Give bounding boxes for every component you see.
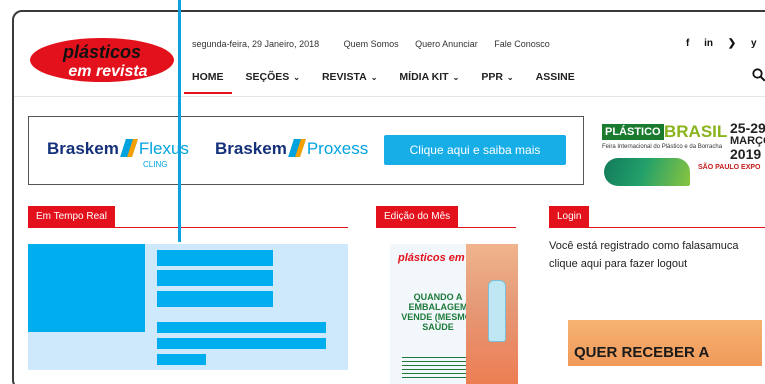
pb-plastico-label: PLÁSTICO bbox=[602, 124, 664, 140]
braskem-flame-icon bbox=[287, 139, 306, 157]
section-edition: Edição do Mês bbox=[376, 206, 516, 228]
top-bar: segunda-feira, 29 Janeiro, 2018 Quem Som… bbox=[192, 39, 564, 49]
section-real-time: Em Tempo Real bbox=[28, 206, 348, 228]
magazine-cover[interactable]: plásticos em revista QUANDO A EMBALAGEM … bbox=[390, 244, 518, 384]
login-status: Você está registrado como falasamuca cli… bbox=[549, 237, 765, 273]
logout-link[interactable]: clique aqui para fazer logout bbox=[549, 255, 765, 273]
headline-placeholder bbox=[157, 291, 273, 307]
braskem-flame-icon bbox=[119, 139, 138, 157]
headline-placeholder bbox=[157, 250, 273, 266]
section-label[interactable]: Em Tempo Real bbox=[28, 206, 115, 228]
text-line-placeholder bbox=[157, 354, 206, 365]
link-quem-somos[interactable]: Quem Somos bbox=[344, 39, 399, 49]
main-nav: HOME SEÇÕES ⌄ REVISTA ⌄ MÍDIA KIT ⌄ PPR ⌄ AS… bbox=[184, 64, 597, 94]
section-label[interactable]: Login bbox=[549, 206, 590, 228]
nav-midia-kit[interactable]: MÍDIA KIT ⌄ bbox=[399, 64, 459, 94]
link-fale-conosco[interactable]: Fale Conosco bbox=[494, 39, 550, 49]
pb-graphic bbox=[604, 158, 690, 186]
braskem-proxess-logo: Braskem Proxess bbox=[215, 139, 369, 158]
svg-text:em revista: em revista bbox=[68, 63, 147, 80]
text-line-placeholder bbox=[157, 322, 326, 333]
nav-secoes[interactable]: SEÇÕES ⌄ bbox=[246, 64, 300, 94]
text-line-placeholder bbox=[157, 338, 326, 349]
flexus-cling-label: CLING bbox=[143, 160, 168, 169]
bottle-image bbox=[488, 280, 506, 342]
chevron-down-icon: ⌄ bbox=[370, 73, 378, 82]
braskem-flexus-logo: Braskem Flexus bbox=[47, 139, 189, 158]
subscribe-ad-text: QUER RECEBER A bbox=[574, 344, 710, 361]
nav-home[interactable]: HOME bbox=[184, 64, 231, 94]
pb-brasil-label: BRASIL bbox=[664, 122, 728, 141]
section-login: Login bbox=[549, 206, 765, 228]
chevron-down-icon: ⌄ bbox=[506, 73, 514, 82]
login-user-text: Você está registrado como falasamuca bbox=[549, 240, 739, 252]
social-links: f in ❯ y bbox=[686, 38, 765, 49]
link-quero-anunciar[interactable]: Quero Anunciar bbox=[415, 39, 478, 49]
section-label[interactable]: Edição do Mês bbox=[376, 206, 459, 228]
nav-revista[interactable]: REVISTA ⌄ bbox=[322, 64, 377, 94]
subscribe-ad[interactable]: QUER RECEBER A bbox=[568, 320, 762, 366]
svg-text:plásticos: plásticos bbox=[62, 42, 141, 62]
pb-subtitle: Feira Internacional do Plástico e da Bor… bbox=[602, 144, 723, 150]
facebook-icon[interactable]: f bbox=[686, 38, 689, 49]
rss-icon[interactable]: ❯ bbox=[728, 38, 736, 49]
pb-expo-label: SÃO PAULO EXPO bbox=[698, 164, 761, 171]
news-thumbnail-placeholder bbox=[28, 244, 145, 332]
browser-frame: plásticos em revista segunda-feira, 29 J… bbox=[12, 10, 765, 384]
chevron-down-icon: ⌄ bbox=[293, 73, 300, 82]
linkedin-icon[interactable]: in bbox=[704, 38, 713, 49]
chevron-down-icon: ⌄ bbox=[452, 73, 460, 82]
pb-dates: 25-29 MARÇO 2019 bbox=[730, 120, 765, 162]
nav-divider bbox=[14, 96, 765, 97]
current-date: segunda-feira, 29 Janeiro, 2018 bbox=[192, 39, 320, 49]
site-logo[interactable]: plásticos em revista bbox=[28, 36, 176, 84]
search-icon[interactable] bbox=[752, 68, 765, 82]
banner-cta-button[interactable]: Clique aqui e saiba mais bbox=[384, 135, 566, 165]
braskem-ad-banner[interactable]: Braskem Flexus CLING Braskem Proxess Cliqu… bbox=[28, 116, 584, 185]
twitter-icon[interactable]: y bbox=[751, 38, 757, 49]
nav-ppr[interactable]: PPR ⌄ bbox=[481, 64, 513, 94]
plastico-brasil-ad[interactable]: PLÁSTICO BRASIL Feira Internacional do P… bbox=[600, 120, 765, 192]
magazine-text-lines bbox=[402, 354, 468, 378]
nav-assine[interactable]: ASSINE bbox=[536, 64, 575, 94]
headline-placeholder bbox=[157, 270, 273, 286]
annotation-pointer-line bbox=[178, 0, 181, 242]
